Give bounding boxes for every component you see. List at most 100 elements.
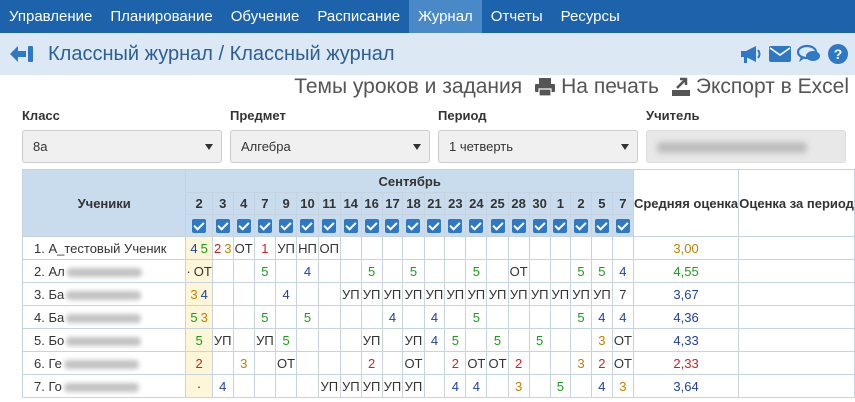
column-checkbox[interactable] bbox=[360, 214, 383, 237]
student-name[interactable]: 5. Бо bbox=[21, 328, 187, 352]
checkbox-icon[interactable] bbox=[448, 219, 463, 234]
grade-cell[interactable]: ОТ bbox=[465, 351, 488, 375]
grade-cell[interactable]: УП bbox=[274, 236, 298, 260]
grade-cell[interactable] bbox=[296, 374, 319, 398]
grade-cell[interactable] bbox=[570, 328, 592, 352]
grade-cell[interactable] bbox=[465, 328, 488, 352]
subject-select[interactable]: Алгебра bbox=[230, 130, 430, 163]
student-name[interactable]: 4. Ба bbox=[21, 305, 187, 329]
column-checkbox[interactable] bbox=[185, 214, 213, 237]
grade-cell[interactable]: 7 bbox=[611, 282, 634, 306]
day-header[interactable]: 4 bbox=[232, 192, 255, 215]
grade-cell[interactable]: 1 bbox=[253, 236, 277, 260]
grade-cell[interactable] bbox=[296, 351, 319, 375]
grade-cell[interactable] bbox=[232, 305, 255, 329]
grade-cell[interactable] bbox=[253, 374, 277, 398]
grade-cell[interactable]: УП bbox=[486, 282, 509, 306]
grade-cell[interactable]: УП bbox=[507, 282, 530, 306]
term-grade-cell[interactable] bbox=[738, 282, 855, 306]
grade-cell[interactable]: 4 bbox=[381, 305, 404, 329]
grade-cell[interactable] bbox=[211, 305, 234, 329]
day-header[interactable]: 24 bbox=[465, 192, 488, 215]
column-checkbox[interactable] bbox=[317, 214, 341, 237]
day-header[interactable]: 17 bbox=[381, 192, 404, 215]
help-icon[interactable]: ? bbox=[825, 42, 851, 66]
grade-cell[interactable]: 4 bbox=[590, 305, 613, 329]
grade-cell[interactable]: УП bbox=[360, 282, 383, 306]
day-header[interactable]: 5 bbox=[590, 192, 613, 215]
checkbox-icon[interactable] bbox=[469, 219, 484, 234]
grade-cell[interactable] bbox=[611, 236, 634, 260]
checkbox-icon[interactable] bbox=[615, 219, 630, 234]
column-checkbox[interactable] bbox=[590, 214, 613, 237]
grade-cell[interactable] bbox=[360, 305, 383, 329]
grade-cell[interactable]: 4 bbox=[423, 305, 446, 329]
grade-cell[interactable]: 34 bbox=[185, 282, 213, 306]
checkbox-icon[interactable] bbox=[574, 219, 589, 234]
column-checkbox[interactable] bbox=[465, 214, 488, 237]
grade-cell[interactable]: УП bbox=[381, 374, 404, 398]
grade-cell[interactable] bbox=[402, 236, 425, 260]
grade-cell[interactable]: 2 bbox=[185, 351, 213, 375]
back-icon[interactable] bbox=[8, 42, 38, 66]
grade-cell[interactable]: 4 bbox=[444, 374, 467, 398]
checkbox-icon[interactable] bbox=[532, 219, 547, 234]
day-header[interactable]: 11 bbox=[317, 192, 341, 215]
column-checkbox[interactable] bbox=[339, 214, 362, 237]
student-name[interactable]: 2. Ал bbox=[21, 259, 187, 283]
grade-cell[interactable] bbox=[253, 282, 277, 306]
grade-cell[interactable]: 3 bbox=[507, 374, 530, 398]
column-checkbox[interactable] bbox=[211, 214, 234, 237]
grade-cell[interactable]: 4 bbox=[211, 374, 234, 398]
grade-cell[interactable]: 5 bbox=[253, 305, 277, 329]
term-grade-header[interactable]: Оценка за период bbox=[738, 169, 855, 237]
grade-cell[interactable]: 5 bbox=[274, 328, 298, 352]
nav-item[interactable]: Обучение bbox=[222, 0, 309, 33]
student-name[interactable]: 1. А_тестовый Ученик bbox=[21, 236, 187, 260]
grade-cell[interactable]: 4 bbox=[590, 374, 613, 398]
day-header[interactable]: 2 bbox=[185, 192, 213, 215]
grade-cell[interactable]: 4 bbox=[274, 282, 298, 306]
checkbox-icon[interactable] bbox=[343, 219, 358, 234]
grade-cell[interactable] bbox=[507, 305, 530, 329]
print-button[interactable]: На печать bbox=[534, 75, 659, 99]
nav-item[interactable]: Управление bbox=[0, 0, 101, 33]
checkbox-icon[interactable] bbox=[215, 219, 230, 234]
grade-cell[interactable]: 5 bbox=[570, 305, 592, 329]
grade-cell[interactable]: 5 bbox=[296, 305, 319, 329]
grade-cell[interactable] bbox=[486, 374, 509, 398]
grade-cell[interactable] bbox=[549, 305, 572, 329]
grade-cell[interactable] bbox=[486, 305, 509, 329]
grade-cell[interactable] bbox=[211, 259, 234, 283]
grade-cell[interactable]: УП bbox=[360, 328, 383, 352]
grade-cell[interactable] bbox=[211, 282, 234, 306]
grade-cell[interactable] bbox=[296, 282, 319, 306]
checkbox-icon[interactable] bbox=[406, 219, 421, 234]
grade-cell[interactable]: 3 bbox=[590, 328, 613, 352]
term-grade-cell[interactable] bbox=[738, 259, 855, 283]
column-checkbox[interactable] bbox=[232, 214, 255, 237]
grade-cell[interactable] bbox=[402, 305, 425, 329]
grade-cell[interactable] bbox=[232, 374, 255, 398]
checkbox-icon[interactable] bbox=[364, 219, 379, 234]
grade-cell[interactable] bbox=[486, 259, 509, 283]
checkbox-icon[interactable] bbox=[385, 219, 400, 234]
day-header[interactable]: 21 bbox=[423, 192, 446, 215]
grade-cell[interactable]: УП bbox=[528, 282, 551, 306]
checkbox-icon[interactable] bbox=[427, 219, 442, 234]
grade-cell[interactable]: ОТ bbox=[611, 351, 634, 375]
grade-cell[interactable]: УП bbox=[317, 374, 341, 398]
day-header[interactable]: 28 bbox=[507, 192, 530, 215]
grade-cell[interactable] bbox=[274, 259, 298, 283]
day-header[interactable]: 2 bbox=[570, 192, 592, 215]
grade-cell[interactable] bbox=[590, 236, 613, 260]
grade-cell[interactable] bbox=[423, 351, 446, 375]
grade-cell[interactable]: 3 bbox=[611, 374, 634, 398]
term-grade-cell[interactable] bbox=[738, 351, 855, 375]
envelope-icon[interactable] bbox=[767, 42, 793, 66]
grade-cell[interactable] bbox=[317, 305, 341, 329]
nav-item[interactable]: Отчеты bbox=[482, 0, 552, 33]
grade-cell[interactable] bbox=[549, 259, 572, 283]
day-header[interactable]: 18 bbox=[402, 192, 425, 215]
column-checkbox[interactable] bbox=[274, 214, 298, 237]
